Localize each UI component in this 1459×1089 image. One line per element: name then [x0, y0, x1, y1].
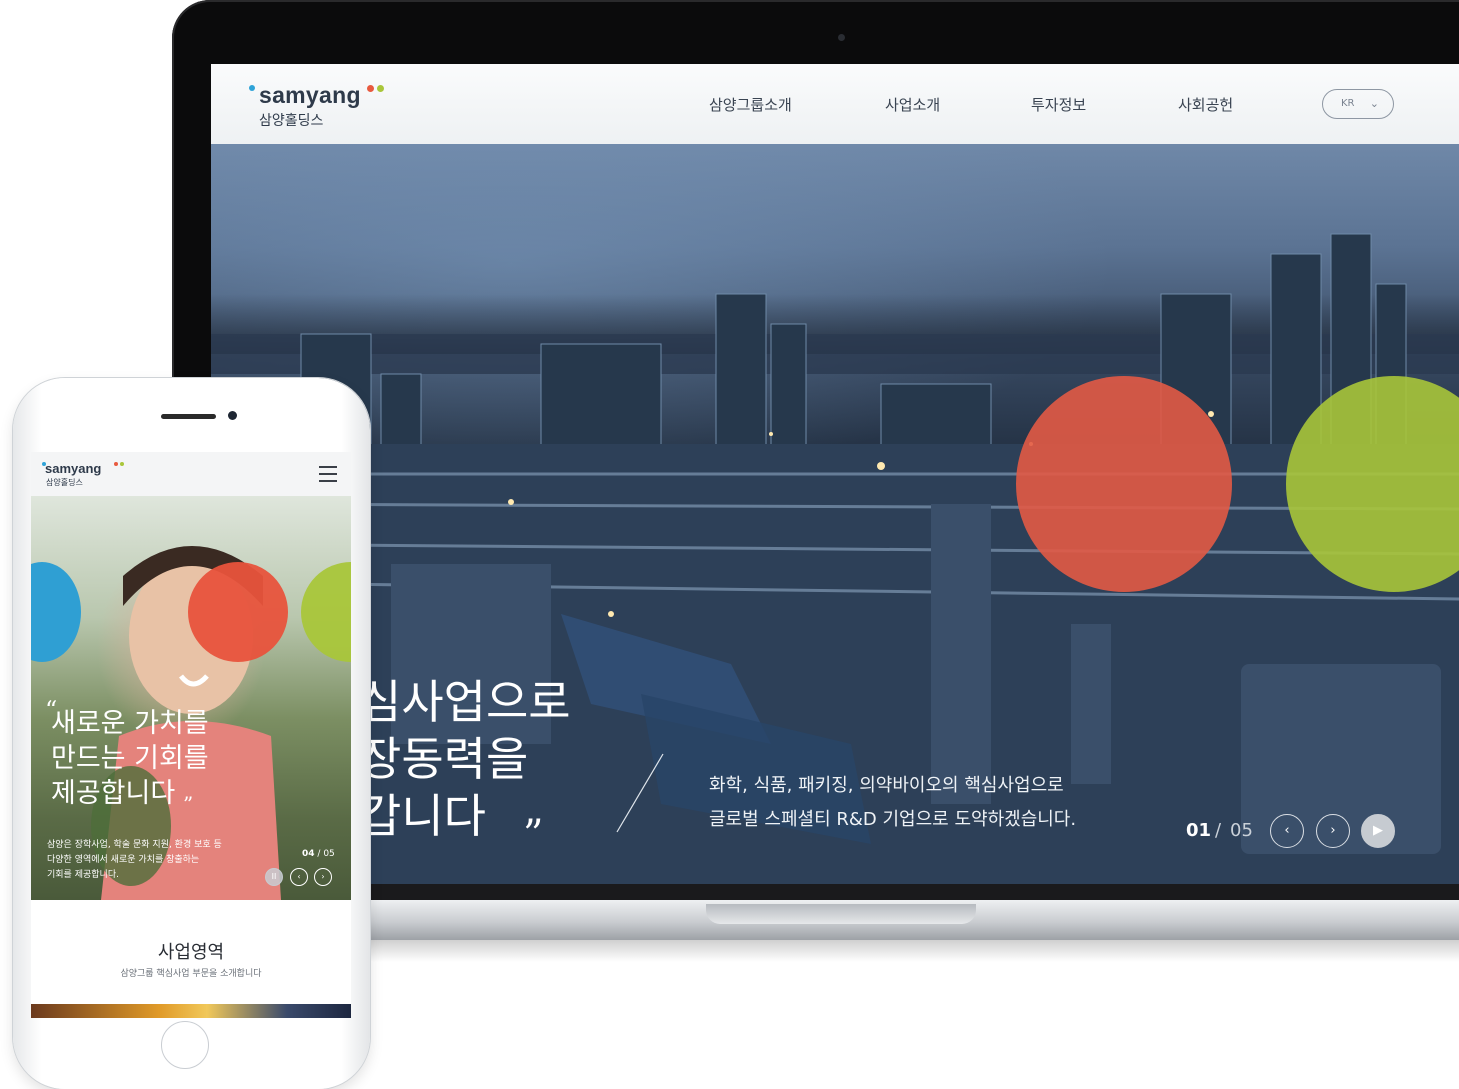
logo-subtitle: 삼양홀딩스	[46, 478, 83, 487]
nav-item-business[interactable]: 사업소개	[885, 94, 940, 115]
mobile-hero-slider: “ 새로운 가치를 만드는 기회를 제공합니다 ” 삼양은 장학사업, 학술 문…	[31, 496, 351, 900]
next-slide-button[interactable]: ›	[1316, 814, 1350, 848]
samyang-logo[interactable]: samyang 삼양홀딩스	[249, 82, 409, 132]
logo-dot-green	[120, 462, 124, 466]
mobile-hero-subtitle: 삼양은 장학사업, 학술 문화 지원, 환경 보호 등 다양한 영역에서 새로운…	[47, 840, 222, 880]
play-button[interactable]: ▶	[1361, 814, 1395, 848]
phone-speaker	[161, 414, 216, 419]
hamburger-icon[interactable]	[319, 466, 337, 482]
play-icon: ▶	[1373, 823, 1383, 838]
nav-item-investor[interactable]: 투자정보	[1031, 94, 1086, 115]
phone-home-button	[161, 1021, 209, 1069]
mobile-slide-pager: 04 / 05	[302, 849, 335, 859]
pause-icon: II	[271, 872, 277, 881]
slide-separator: /	[1215, 820, 1222, 841]
slide-current: 01	[1186, 820, 1212, 841]
logo-subtitle: 삼양홀딩스	[259, 113, 324, 129]
laptop-notch	[706, 904, 976, 924]
logo-wordmark: samyang	[259, 82, 361, 108]
language-select[interactable]: KR ⌄	[1322, 89, 1394, 119]
site-header: samyang 삼양홀딩스 삼양그룹소개 사업소개 투자정보 사회공헌 KR ⌄	[211, 64, 1459, 145]
logo-dot-red	[114, 462, 118, 466]
slide-total: 05	[1230, 820, 1253, 841]
logo-dot-red	[367, 85, 374, 92]
chevron-down-icon: ⌄	[1369, 97, 1379, 110]
samyang-logo-mobile[interactable]: samyang 삼양홀딩스	[39, 461, 129, 491]
logo-dot-blue	[249, 85, 255, 91]
quote-close: ”	[183, 792, 194, 816]
decor-circle-red	[1016, 376, 1232, 592]
chevron-right-icon: ›	[321, 872, 325, 881]
nav-item-social[interactable]: 사회공헌	[1178, 94, 1233, 115]
prev-slide-button[interactable]: ‹	[1270, 814, 1304, 848]
chevron-right-icon: ›	[1330, 823, 1336, 838]
mobile-header: samyang 삼양홀딩스	[31, 452, 351, 497]
hero-divider-slash	[616, 753, 664, 833]
laptop-shadow	[260, 940, 1459, 962]
slide-current: 04	[302, 849, 315, 859]
next-slide-button[interactable]: ›	[314, 868, 332, 886]
slide-total: 05	[323, 849, 335, 859]
logo-dot-green	[377, 85, 384, 92]
decor-circle-red	[188, 562, 288, 662]
language-label: KR	[1341, 98, 1355, 109]
hero-subtitle: 화학, 식품, 패키징, 의약바이오의 핵심사업으로 글로벌 스페셜티 R&D …	[709, 775, 1077, 830]
hero-quote-close: ”	[523, 812, 544, 858]
section-title: 사업영역	[157, 942, 225, 963]
chevron-left-icon: ‹	[297, 872, 301, 881]
chevron-left-icon: ‹	[1284, 823, 1290, 838]
nav-item-group-intro[interactable]: 삼양그룹소개	[709, 94, 792, 115]
mobile-site: samyang 삼양홀딩스 “ 새로운 가치를 만드는 기회를 제공합니다 ” …	[31, 452, 351, 1018]
phone-camera	[228, 411, 237, 420]
laptop-camera	[838, 34, 845, 41]
pause-button[interactable]: II	[265, 868, 283, 886]
prev-slide-button[interactable]: ‹	[290, 868, 308, 886]
business-image-strip	[31, 1004, 351, 1018]
logo-wordmark: samyang	[45, 461, 102, 476]
slide-separator: /	[317, 849, 321, 859]
section-subtitle: 삼양그룹 핵심사업 부문을 소개합니다	[120, 969, 262, 979]
hero-slider: 심사업으로 장동력을 갑니다 ” 화학, 식품, 패키징, 의약바이오의 핵심사…	[211, 144, 1459, 884]
desktop-site: samyang 삼양홀딩스 삼양그룹소개 사업소개 투자정보 사회공헌 KR ⌄	[211, 64, 1459, 884]
